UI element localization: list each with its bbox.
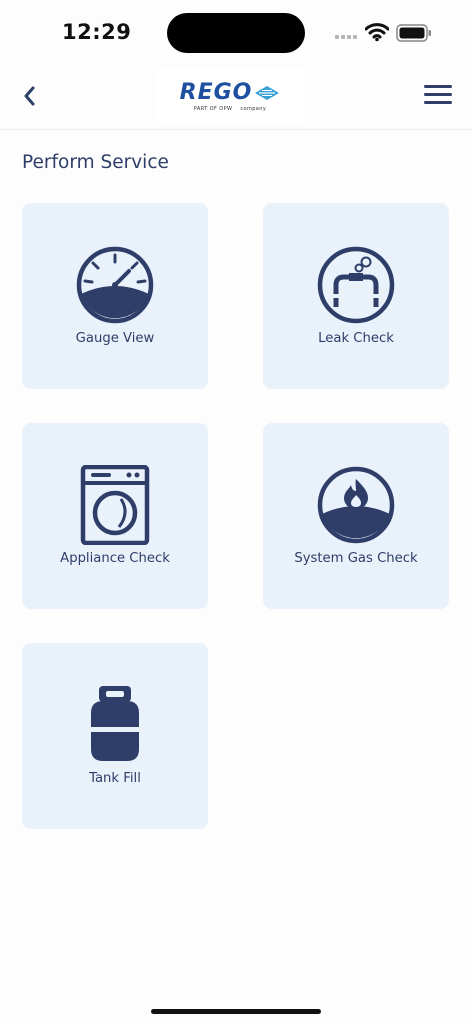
logo-tagline-right: company bbox=[240, 106, 267, 112]
leak-check-icon bbox=[317, 246, 395, 324]
gauge-icon bbox=[76, 246, 154, 324]
navigation-bar: REGO PART OF OPW company bbox=[0, 64, 472, 130]
status-bar: 12:29 bbox=[0, 0, 472, 64]
dynamic-island bbox=[167, 13, 305, 53]
page-title: Perform Service bbox=[22, 152, 169, 173]
battery-icon bbox=[396, 24, 431, 42]
appliance-icon bbox=[80, 465, 150, 545]
tile-label: Leak Check bbox=[318, 331, 394, 346]
logo-wordmark: REGO bbox=[179, 80, 253, 105]
home-indicator[interactable] bbox=[151, 1009, 321, 1014]
tile-label: System Gas Check bbox=[294, 551, 418, 566]
tile-tank-fill[interactable]: Tank Fill bbox=[22, 643, 208, 829]
cellular-signal-icon bbox=[335, 35, 357, 39]
chevron-left-icon bbox=[24, 86, 35, 106]
tile-label: Appliance Check bbox=[60, 551, 170, 566]
tile-leak-check[interactable]: Leak Check bbox=[263, 203, 449, 389]
tile-label: Gauge View bbox=[75, 331, 155, 346]
wifi-icon bbox=[365, 23, 389, 42]
logo-tagline-left: PART OF OPW bbox=[193, 106, 233, 112]
rego-logo: REGO PART OF OPW company bbox=[156, 68, 304, 124]
back-button[interactable] bbox=[14, 80, 44, 112]
status-time: 12:29 bbox=[62, 20, 132, 44]
gas-flame-icon bbox=[317, 466, 395, 544]
tile-label: Tank Fill bbox=[89, 771, 141, 786]
tile-gauge-view[interactable]: Gauge View bbox=[22, 203, 208, 389]
hamburger-menu-icon[interactable] bbox=[424, 85, 452, 109]
tile-system-gas-check[interactable]: System Gas Check bbox=[263, 423, 449, 609]
logo-diamond-icon bbox=[255, 85, 280, 100]
propane-tank-icon bbox=[91, 686, 139, 761]
tile-appliance-check[interactable]: Appliance Check bbox=[22, 423, 208, 609]
